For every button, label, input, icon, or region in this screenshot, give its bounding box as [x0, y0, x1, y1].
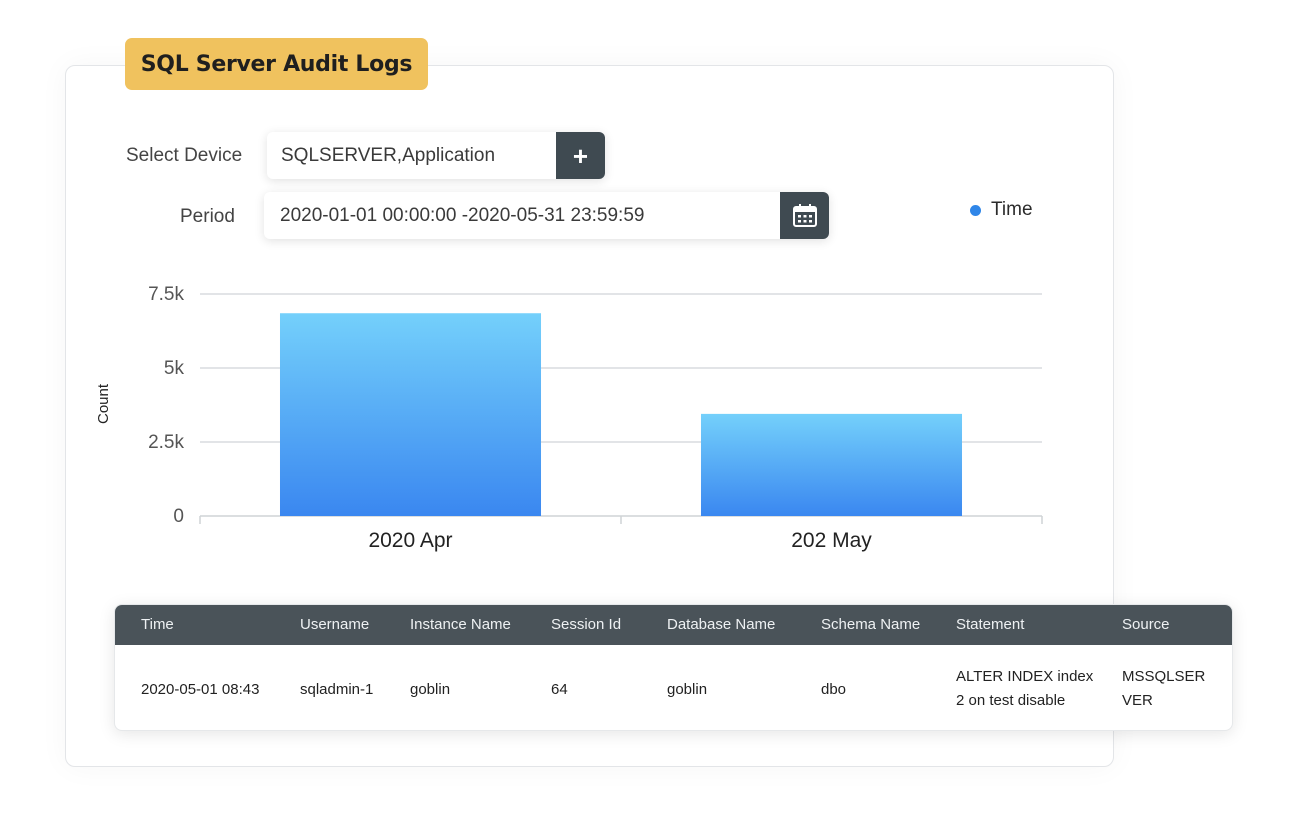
device-input[interactable]: SQLSERVER,Application + — [267, 132, 605, 179]
cell-schema-name: dbo — [821, 681, 847, 698]
audit-log-table: Time Username Instance Name Session Id D… — [114, 604, 1233, 731]
cell-source-line-1: MSSQLSER — [1122, 668, 1206, 685]
header-username[interactable]: Username — [300, 616, 369, 633]
header-database-name[interactable]: Database Name — [667, 616, 775, 633]
header-source[interactable]: Source — [1122, 616, 1170, 633]
plus-icon: + — [572, 140, 589, 171]
period-label: Period — [180, 206, 235, 227]
cell-statement-line-1: ALTER INDEX index — [956, 668, 1094, 685]
legend-marker — [970, 204, 981, 216]
cell-instance-name: goblin — [410, 681, 451, 698]
period-input[interactable]: 2020-01-01 00:00:00 -2020-05-31 23:59:59 — [264, 192, 829, 239]
chart-legend[interactable]: Time — [970, 199, 1033, 221]
add-device-button[interactable]: + — [556, 132, 605, 179]
calendar-icon — [792, 203, 817, 227]
header-time[interactable]: Time — [141, 616, 174, 633]
cell-source-line-2: VER — [1122, 692, 1153, 709]
cell-statement: ALTER INDEX index 2 on test disable — [956, 665, 1093, 713]
page-title: SQL Server Audit Logs — [125, 38, 428, 90]
cell-session-id: 64 — [551, 681, 568, 698]
calendar-button[interactable] — [780, 192, 829, 239]
header-instance-name[interactable]: Instance Name — [410, 616, 511, 633]
cell-statement-line-2: 2 on test disable — [956, 692, 1066, 709]
header-session-id[interactable]: Session Id — [551, 616, 621, 633]
period-input-value[interactable]: 2020-01-01 00:00:00 -2020-05-31 23:59:59 — [264, 205, 780, 227]
header-statement[interactable]: Statement — [956, 616, 1024, 633]
device-input-value[interactable]: SQLSERVER,Application — [267, 145, 556, 167]
cell-username: sqladmin-1 — [300, 681, 374, 698]
table-header: Time Username Instance Name Session Id D… — [115, 605, 1232, 645]
cell-database-name: goblin — [667, 681, 708, 698]
cell-time: 2020-05-01 08:43 — [141, 681, 260, 698]
header-schema-name[interactable]: Schema Name — [821, 616, 920, 633]
cell-source: MSSQLSER VER — [1122, 665, 1205, 713]
legend-label: Time — [991, 199, 1033, 220]
select-device-label: Select Device — [126, 145, 243, 166]
